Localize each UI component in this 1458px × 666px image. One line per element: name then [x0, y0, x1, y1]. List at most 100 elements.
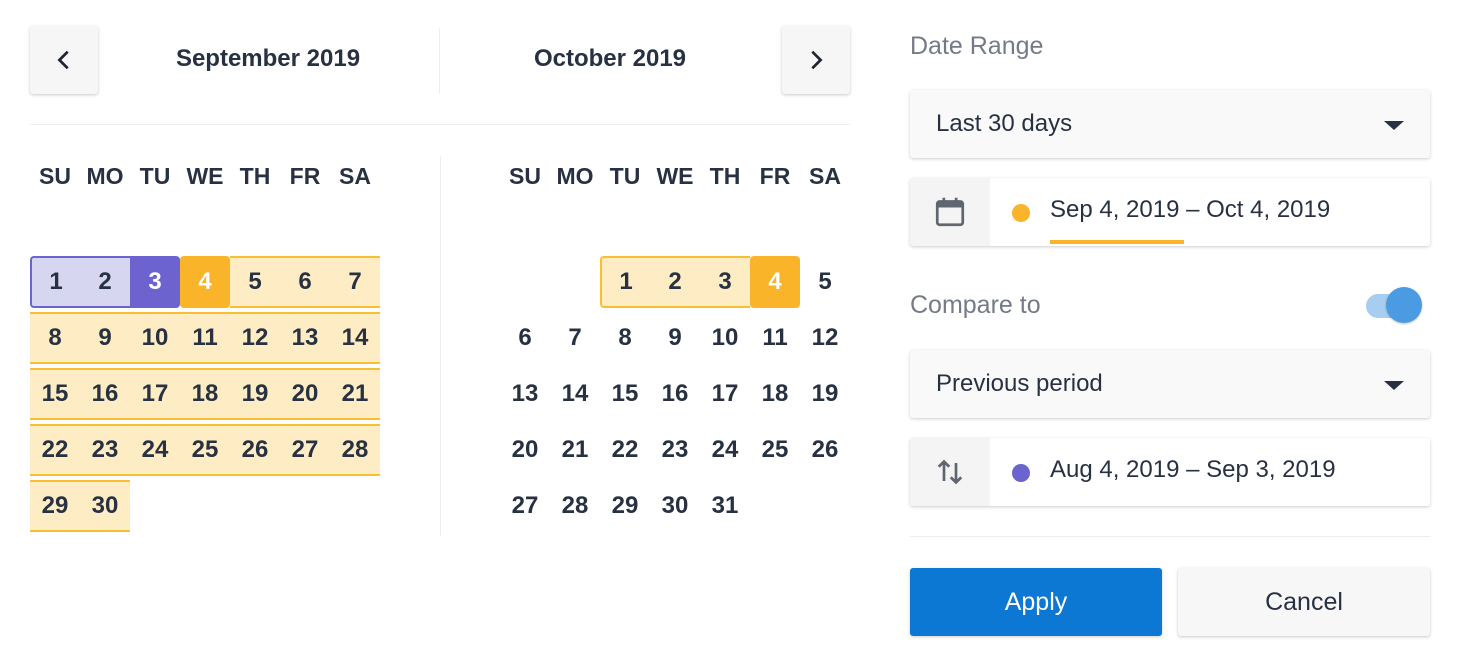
day-cell[interactable]: 15 [600, 368, 650, 420]
day-cell[interactable]: 18 [180, 368, 230, 420]
compare-preset-select[interactable]: Previous period [910, 350, 1430, 418]
day-cell[interactable]: 21 [330, 368, 380, 420]
day-cell[interactable]: 27 [280, 424, 330, 476]
date-range-label: Date Range [910, 32, 1044, 60]
calendar-icon-box [910, 178, 990, 246]
day-cell[interactable]: 26 [800, 424, 850, 476]
day-cell[interactable]: 19 [230, 368, 280, 420]
day-cell[interactable]: 28 [330, 424, 380, 476]
day-cell[interactable]: 25 [750, 424, 800, 476]
caret-down-icon [1384, 121, 1404, 130]
cancel-button[interactable]: Cancel [1178, 568, 1430, 636]
day-cell[interactable]: 1 [30, 256, 80, 308]
day-cell[interactable]: 22 [600, 424, 650, 476]
compare-toggle[interactable] [1366, 286, 1422, 326]
day-cell[interactable]: 16 [650, 368, 700, 420]
day-cell[interactable]: 28 [550, 480, 600, 532]
day-cell[interactable]: 23 [80, 424, 130, 476]
month-title-september: September 2019 [175, 45, 361, 72]
day-cell[interactable]: 31 [700, 480, 750, 532]
day-cell[interactable]: 4 [750, 256, 800, 308]
day-cell[interactable]: 21 [550, 424, 600, 476]
next-month-button[interactable] [782, 26, 850, 94]
week-row: 6 7 8 9 10 11 12 [500, 312, 850, 368]
header-separator [30, 124, 850, 125]
compare-range-field[interactable]: Aug 4, 2019 – Sep 3, 2019 [910, 438, 1430, 506]
day-cell[interactable]: 23 [650, 424, 700, 476]
day-cell[interactable]: 20 [500, 424, 550, 476]
day-cell[interactable]: 3 [130, 256, 180, 308]
weekday-header: SU MO TU WE TH FR SA [30, 156, 380, 196]
day-cell[interactable]: 7 [330, 256, 380, 308]
day-cell-empty [330, 480, 380, 532]
day-cell[interactable]: 11 [750, 312, 800, 364]
month-title-october: October 2019 [533, 45, 687, 72]
swap-vertical-icon [937, 459, 963, 485]
day-cell-empty [180, 480, 230, 532]
previous-month-button[interactable] [30, 26, 98, 94]
day-cell[interactable]: 5 [800, 256, 850, 308]
day-cell[interactable]: 12 [800, 312, 850, 364]
day-cell[interactable]: 3 [700, 256, 750, 308]
caret-down-icon [1384, 381, 1404, 390]
day-cell[interactable]: 9 [650, 312, 700, 364]
day-cell[interactable]: 22 [30, 424, 80, 476]
day-cell[interactable]: 19 [800, 368, 850, 420]
compare-to-label: Compare to [910, 291, 1041, 319]
weekday-header: SU MO TU WE TH FR SA [500, 156, 850, 196]
date-range-preset-select[interactable]: Last 30 days [910, 90, 1430, 158]
month-grid-october: SU MO TU WE TH FR SA 1 2 3 4 5 6 7 8 9 1… [500, 156, 850, 536]
day-cell[interactable]: 30 [80, 480, 130, 532]
day-cell[interactable]: 4 [180, 256, 230, 308]
day-cell[interactable]: 18 [750, 368, 800, 420]
actions-divider [910, 536, 1430, 537]
weekday-fr: FR [759, 163, 791, 189]
day-cell[interactable]: 29 [30, 480, 80, 532]
day-cell[interactable]: 24 [700, 424, 750, 476]
day-cell[interactable]: 10 [700, 312, 750, 364]
day-cell[interactable]: 8 [600, 312, 650, 364]
day-cell[interactable]: 6 [500, 312, 550, 364]
day-cell[interactable]: 6 [280, 256, 330, 308]
day-cell[interactable]: 1 [600, 256, 650, 308]
day-cell-empty [230, 480, 280, 532]
month-grid-september: SU MO TU WE TH FR SA 1 2 3 4 5 6 7 8 9 1… [30, 156, 380, 536]
weekday-sa: SA [809, 163, 841, 189]
day-cell[interactable]: 8 [30, 312, 80, 364]
apply-button[interactable]: Apply [910, 568, 1162, 636]
chevron-left-icon [57, 50, 69, 70]
date-range-field[interactable]: Sep 4, 2019 – Oct 4, 2019 [910, 178, 1430, 246]
day-cell-empty [800, 480, 850, 532]
compare-range-dates: Aug 4, 2019 – Sep 3, 2019 [1050, 456, 1336, 483]
week-row: 8 9 10 11 12 13 14 [30, 312, 380, 368]
day-cell[interactable]: 24 [130, 424, 180, 476]
day-cell[interactable]: 17 [130, 368, 180, 420]
day-cell[interactable]: 29 [600, 480, 650, 532]
day-cell[interactable]: 14 [550, 368, 600, 420]
day-cell[interactable]: 2 [650, 256, 700, 308]
weekday-we: WE [186, 163, 224, 189]
day-cell[interactable]: 11 [180, 312, 230, 364]
day-cell[interactable]: 5 [230, 256, 280, 308]
active-date-underline [1050, 240, 1184, 244]
day-cell[interactable]: 26 [230, 424, 280, 476]
day-cell[interactable]: 2 [80, 256, 130, 308]
day-cell-empty [130, 480, 180, 532]
day-cell[interactable]: 9 [80, 312, 130, 364]
day-cell[interactable]: 17 [700, 368, 750, 420]
swap-icon-box [910, 438, 990, 506]
calendar-panel: September 2019 October 2019 SU MO TU WE … [0, 0, 880, 666]
day-cell[interactable]: 25 [180, 424, 230, 476]
day-cell[interactable]: 10 [130, 312, 180, 364]
day-cell[interactable]: 7 [550, 312, 600, 364]
day-cell[interactable]: 14 [330, 312, 380, 364]
day-cell[interactable]: 30 [650, 480, 700, 532]
day-cell[interactable]: 13 [280, 312, 330, 364]
day-cell[interactable]: 15 [30, 368, 80, 420]
day-cell[interactable]: 12 [230, 312, 280, 364]
day-cell[interactable]: 13 [500, 368, 550, 420]
day-cell[interactable]: 20 [280, 368, 330, 420]
day-cell[interactable]: 16 [80, 368, 130, 420]
day-cell[interactable]: 27 [500, 480, 550, 532]
weekday-su: SU [39, 163, 71, 189]
